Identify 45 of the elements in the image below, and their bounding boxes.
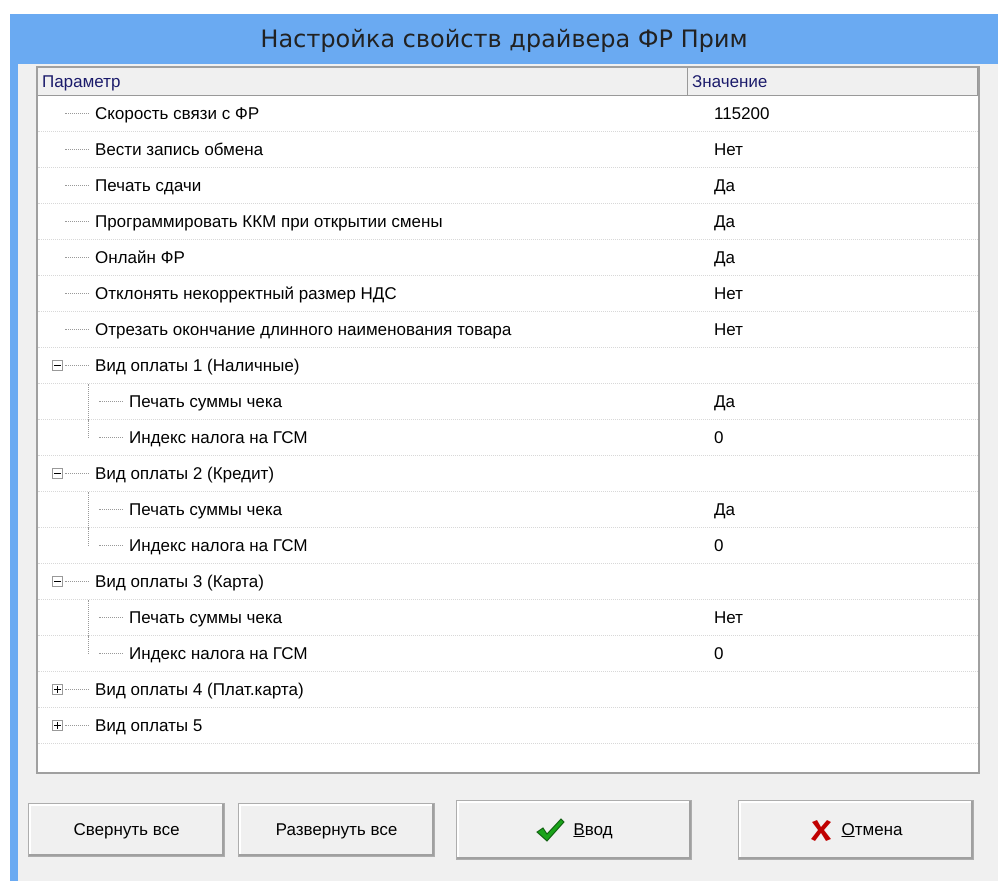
parameter-name[interactable]: Онлайн ФР: [95, 244, 185, 270]
checkmark-icon: [535, 817, 566, 843]
collapse-toggle[interactable]: [52, 360, 63, 371]
parameter-value[interactable]: Да: [714, 388, 735, 414]
parameter-value[interactable]: 0: [714, 640, 724, 666]
parameter-name[interactable]: Вид оплаты 3 (Карта): [95, 568, 264, 594]
parameter-name[interactable]: Программировать ККМ при открытии смены: [95, 208, 443, 234]
dialog-button[interactable]: Развернуть все: [238, 803, 435, 857]
window-title: Настройка свойств драйвера ФР Прим: [260, 24, 748, 55]
parameter-name[interactable]: Скорость связи с ФР: [95, 100, 260, 126]
parameter-value[interactable]: 0: [714, 424, 724, 450]
parameter-name[interactable]: Индекс налога на ГСМ: [129, 640, 308, 666]
column-header[interactable]: Параметр: [38, 68, 688, 95]
parameter-name[interactable]: Отклонять некорректный размер НДС: [95, 280, 397, 306]
parameter-name[interactable]: Печать сдачи: [95, 172, 202, 198]
parameter-name[interactable]: Индекс налога на ГСМ: [129, 424, 308, 450]
parameter-value[interactable]: Нет: [714, 316, 743, 342]
parameter-name[interactable]: Вести запись обмена: [95, 136, 264, 162]
parameter-name[interactable]: Печать суммы чека: [129, 496, 282, 522]
expand-toggle[interactable]: [52, 720, 63, 731]
parameter-value[interactable]: Да: [714, 208, 735, 234]
parameter-value[interactable]: Нет: [714, 280, 743, 306]
parameter-name[interactable]: Вид оплаты 1 (Наличные): [95, 352, 300, 378]
expand-toggle[interactable]: [52, 684, 63, 695]
parameter-value[interactable]: 0: [714, 532, 724, 558]
parameter-value[interactable]: Да: [714, 172, 735, 198]
parameter-name[interactable]: Индекс налога на ГСМ: [129, 532, 308, 558]
column-header[interactable]: Значение: [688, 68, 978, 95]
parameter-value[interactable]: 115200: [714, 100, 770, 126]
collapse-toggle[interactable]: [52, 576, 63, 587]
collapse-toggle[interactable]: [52, 468, 63, 479]
dialog-button[interactable]: Свернуть все: [28, 803, 225, 857]
parameter-name[interactable]: Вид оплаты 5: [95, 712, 202, 738]
parameter-value[interactable]: Да: [714, 244, 735, 270]
parameter-name[interactable]: Печать суммы чека: [129, 604, 282, 630]
parameter-name[interactable]: Печать суммы чека: [129, 388, 282, 414]
parameter-value[interactable]: Нет: [714, 136, 743, 162]
parameter-value[interactable]: Нет: [714, 604, 743, 630]
parameter-value[interactable]: Да: [714, 496, 735, 522]
parameter-name[interactable]: Вид оплаты 2 (Кредит): [95, 460, 274, 486]
parameter-name[interactable]: Вид оплаты 4 (Плат.карта): [95, 676, 304, 702]
dialog-button[interactable]: Ввод: [456, 800, 692, 860]
cross-icon: [809, 818, 834, 842]
parameter-name[interactable]: Отрезать окончание длинного наименования товара: [95, 316, 512, 342]
dialog-button[interactable]: Отмена: [738, 800, 974, 860]
